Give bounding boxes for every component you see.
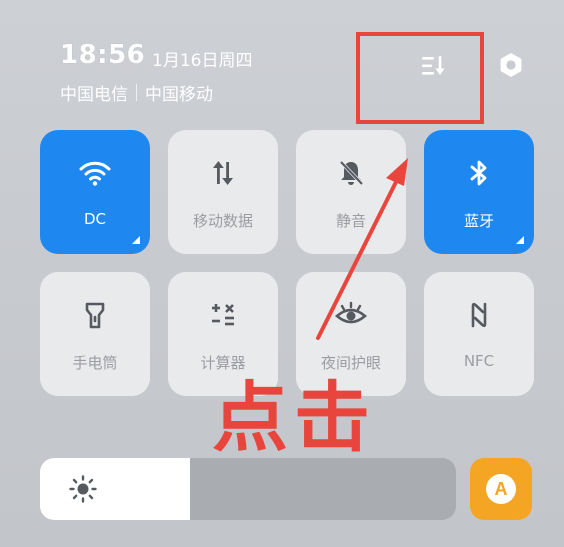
flashlight-icon [85, 302, 105, 329]
brightness-slider[interactable] [40, 458, 456, 520]
auto-brightness-button[interactable]: A [470, 458, 532, 520]
date-label: 1月16日周四 [152, 51, 253, 71]
tile-label: DC [83, 210, 107, 228]
mobile-data-icon [213, 161, 233, 185]
bluetooth-icon [470, 160, 487, 186]
tile-label: NFC [463, 352, 495, 370]
tile-label: 静音 [335, 212, 366, 230]
clock-time: 18:56 [60, 40, 146, 70]
carrier-1: 中国电信 [60, 85, 128, 105]
settings-icon [500, 53, 522, 77]
tile-bluetooth[interactable]: 蓝牙 [424, 130, 534, 254]
bell-off-icon [339, 160, 364, 186]
auto-brightness-icon: A [486, 474, 516, 504]
tile-flashlight[interactable]: 手电筒 [40, 272, 150, 396]
tile-expand-indicator [132, 236, 140, 244]
tile-label: 手电筒 [72, 354, 118, 372]
eye-icon [335, 301, 367, 324]
highlight-box [356, 32, 484, 124]
sun-icon [69, 475, 97, 503]
tile-silent[interactable]: 静音 [296, 130, 406, 254]
tile-label: 蓝牙 [463, 212, 494, 230]
tile-label: 移动数据 [192, 212, 253, 230]
carrier-divider [136, 84, 137, 101]
calculator-icon [212, 304, 234, 326]
nfc-icon [471, 302, 487, 328]
settings-button[interactable] [494, 48, 528, 82]
carrier-2: 中国移动 [145, 85, 213, 105]
annotation-text: 点击 [212, 373, 376, 462]
tile-nfc[interactable]: NFC [424, 272, 534, 396]
carrier-info: 中国电信 中国移动 [60, 80, 213, 105]
tile-wifi[interactable]: DC [40, 130, 150, 254]
tile-expand-indicator [516, 236, 524, 244]
wifi-icon [79, 161, 111, 186]
brightness-fill [40, 458, 190, 520]
tile-mobile-data[interactable]: 移动数据 [168, 130, 278, 254]
